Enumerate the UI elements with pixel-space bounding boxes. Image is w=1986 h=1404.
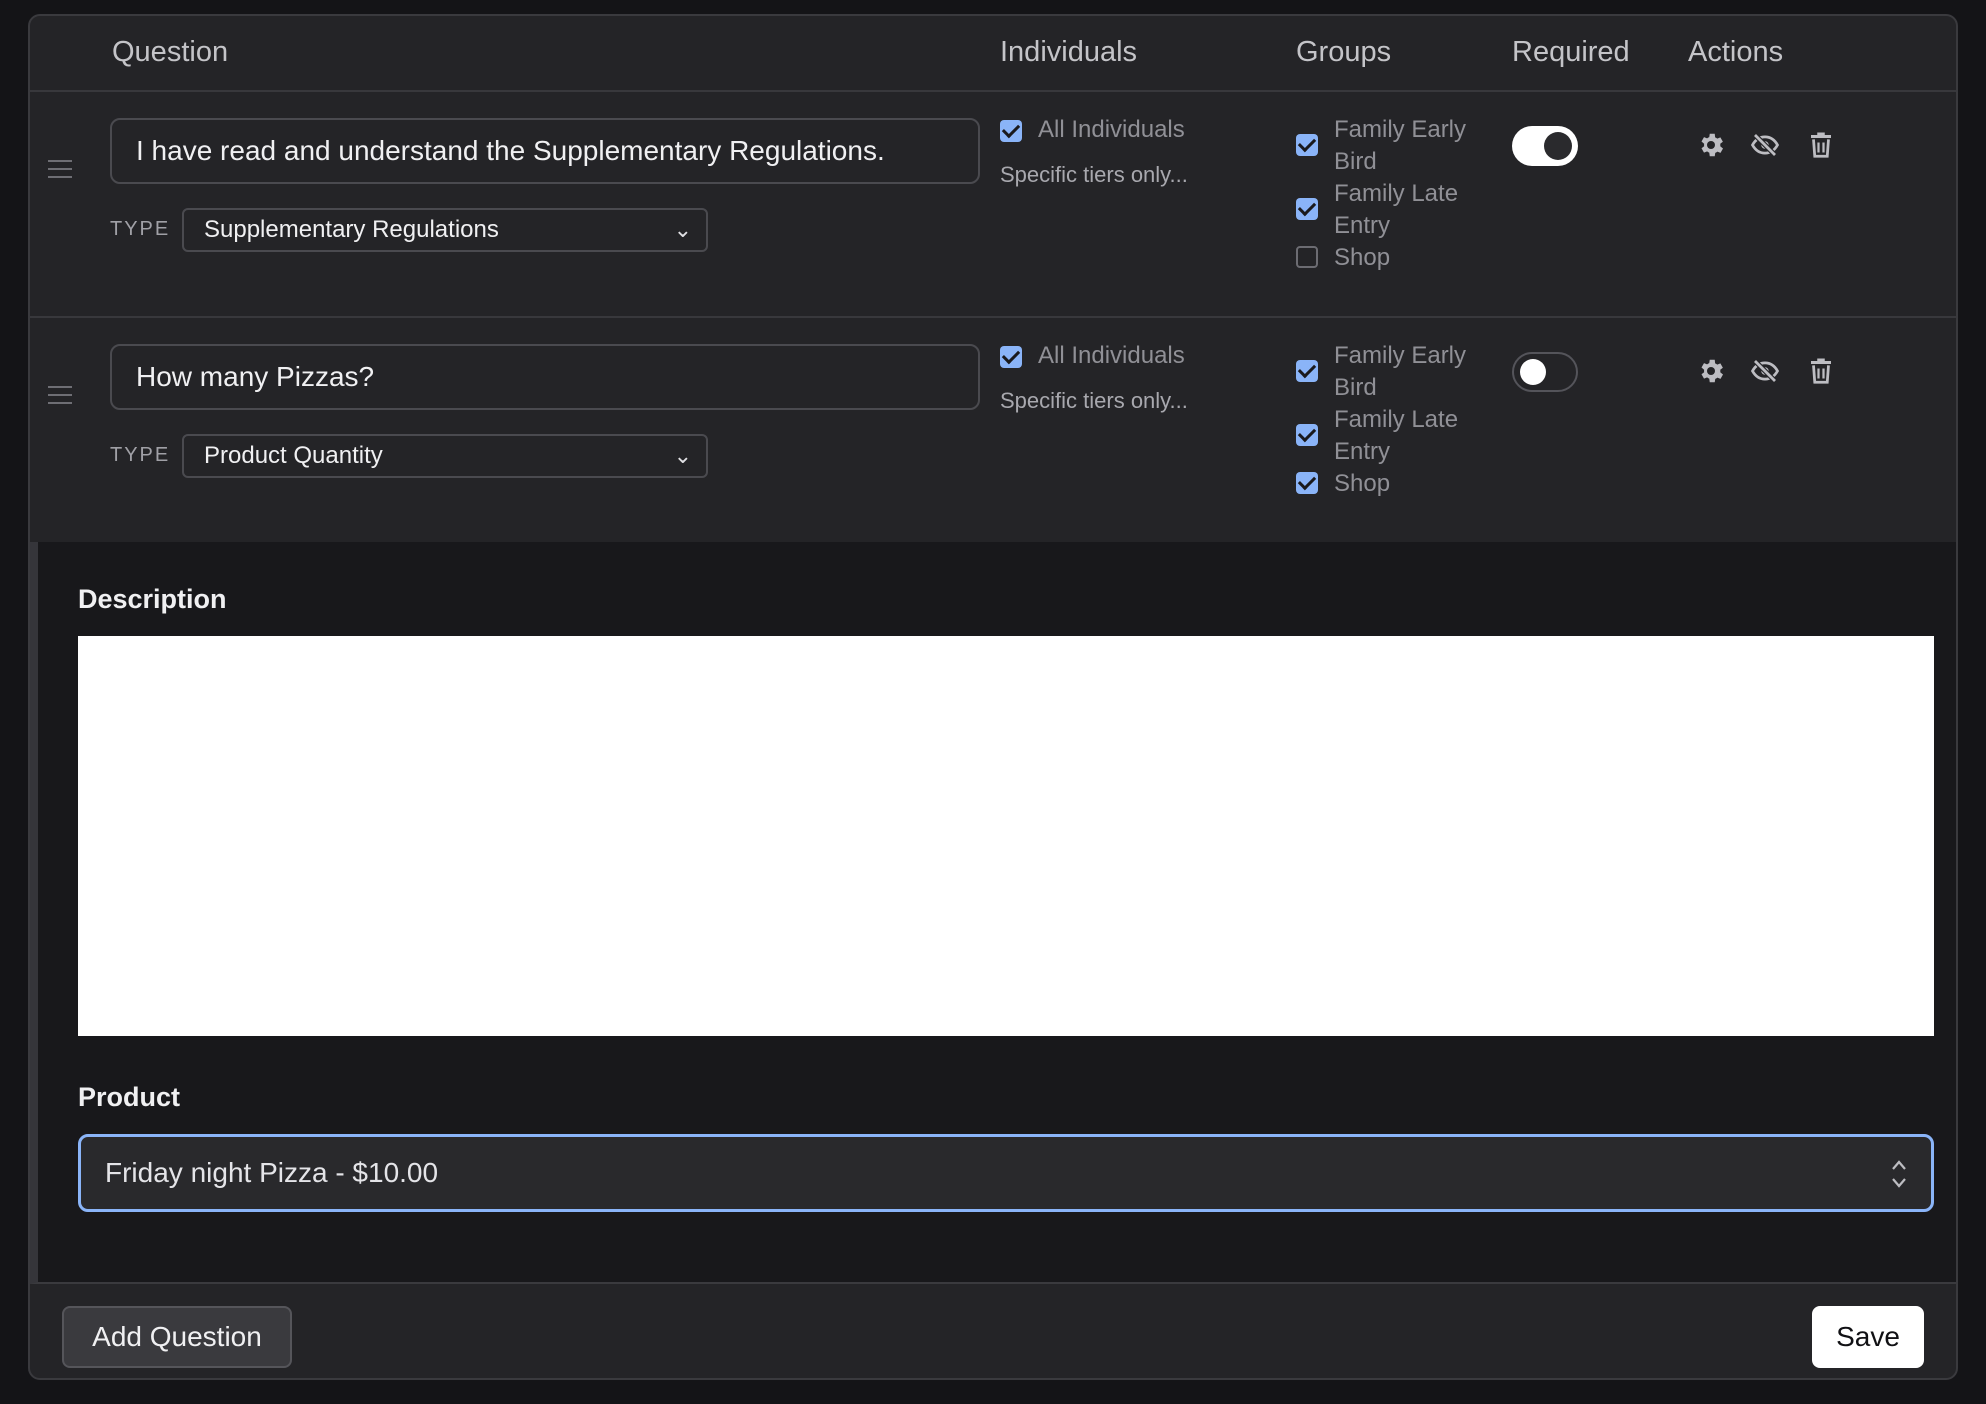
group-checkbox-shop[interactable] xyxy=(1296,246,1318,268)
group-checkbox-shop[interactable] xyxy=(1296,472,1318,494)
type-select-value: Product Quantity xyxy=(204,442,383,469)
gear-icon[interactable] xyxy=(1696,356,1726,386)
specific-tiers-link[interactable]: Specific tiers only... xyxy=(1000,388,1188,414)
required-toggle[interactable] xyxy=(1512,126,1578,166)
column-question: Question xyxy=(112,36,229,68)
group-label-family-late-entry: Family Late Entry xyxy=(1334,180,1459,239)
type-select[interactable]: Product Quantity ⌄ xyxy=(182,434,708,478)
required-toggle[interactable] xyxy=(1512,352,1578,392)
group-label-family-early-bird: Family Early Bird xyxy=(1334,342,1467,401)
trash-icon[interactable] xyxy=(1806,130,1836,160)
form-footer: Add Question Save xyxy=(30,1284,1956,1378)
trash-icon[interactable] xyxy=(1806,356,1836,386)
column-actions: Actions xyxy=(1688,36,1784,68)
group-checkbox-family-early-bird[interactable] xyxy=(1296,360,1318,382)
type-select-value: Supplementary Regulations xyxy=(204,216,499,243)
type-label: TYPE xyxy=(110,218,171,240)
column-groups: Groups xyxy=(1296,36,1392,68)
drag-handle-icon[interactable] xyxy=(48,386,72,410)
type-label: TYPE xyxy=(110,444,171,466)
all-individuals-checkbox[interactable] xyxy=(1000,120,1022,142)
all-individuals-label: All Individuals xyxy=(1038,116,1185,143)
save-button[interactable]: Save xyxy=(1812,1306,1924,1368)
group-checkbox-family-early-bird[interactable] xyxy=(1296,134,1318,156)
type-select[interactable]: Supplementary Regulations ⌄ xyxy=(182,208,708,252)
all-individuals-label: All Individuals xyxy=(1038,342,1185,369)
column-individuals: Individuals xyxy=(1000,36,1138,68)
question-details-panel: Description Product Friday night Pizza -… xyxy=(30,542,1956,1284)
description-editor[interactable] xyxy=(78,636,1934,1036)
chevron-updown-icon xyxy=(1892,1160,1906,1188)
table-header: Question Individuals Groups Required Act… xyxy=(30,16,1956,92)
question-row: I have read and understand the Supplemen… xyxy=(30,92,1956,318)
question-row: How many Pizzas? TYPE Product Quantity ⌄… xyxy=(30,318,1956,542)
product-label: Product xyxy=(78,1082,181,1112)
eye-off-icon[interactable] xyxy=(1750,356,1780,386)
product-select-value: Friday night Pizza - $10.00 xyxy=(105,1157,439,1188)
group-label-shop: Shop xyxy=(1334,244,1391,271)
chevron-down-icon: ⌄ xyxy=(673,443,692,468)
questions-panel: Question Individuals Groups Required Act… xyxy=(28,14,1958,1380)
chevron-down-icon: ⌄ xyxy=(673,217,692,242)
description-label: Description xyxy=(78,584,227,614)
group-label-shop: Shop xyxy=(1334,470,1391,497)
drag-handle-icon[interactable] xyxy=(48,160,72,184)
product-select[interactable]: Friday night Pizza - $10.00 xyxy=(78,1134,1934,1212)
group-label-family-early-bird: Family Early Bird xyxy=(1334,116,1467,175)
column-required: Required xyxy=(1512,36,1630,68)
add-question-button[interactable]: Add Question xyxy=(62,1306,292,1368)
question-text-input[interactable]: How many Pizzas? xyxy=(110,344,980,410)
group-checkbox-family-late-entry[interactable] xyxy=(1296,198,1318,220)
eye-off-icon[interactable] xyxy=(1750,130,1780,160)
question-text-input[interactable]: I have read and understand the Supplemen… xyxy=(110,118,980,184)
specific-tiers-link[interactable]: Specific tiers only... xyxy=(1000,162,1188,188)
group-checkbox-family-late-entry[interactable] xyxy=(1296,424,1318,446)
gear-icon[interactable] xyxy=(1696,130,1726,160)
group-label-family-late-entry: Family Late Entry xyxy=(1334,406,1459,465)
all-individuals-checkbox[interactable] xyxy=(1000,346,1022,368)
